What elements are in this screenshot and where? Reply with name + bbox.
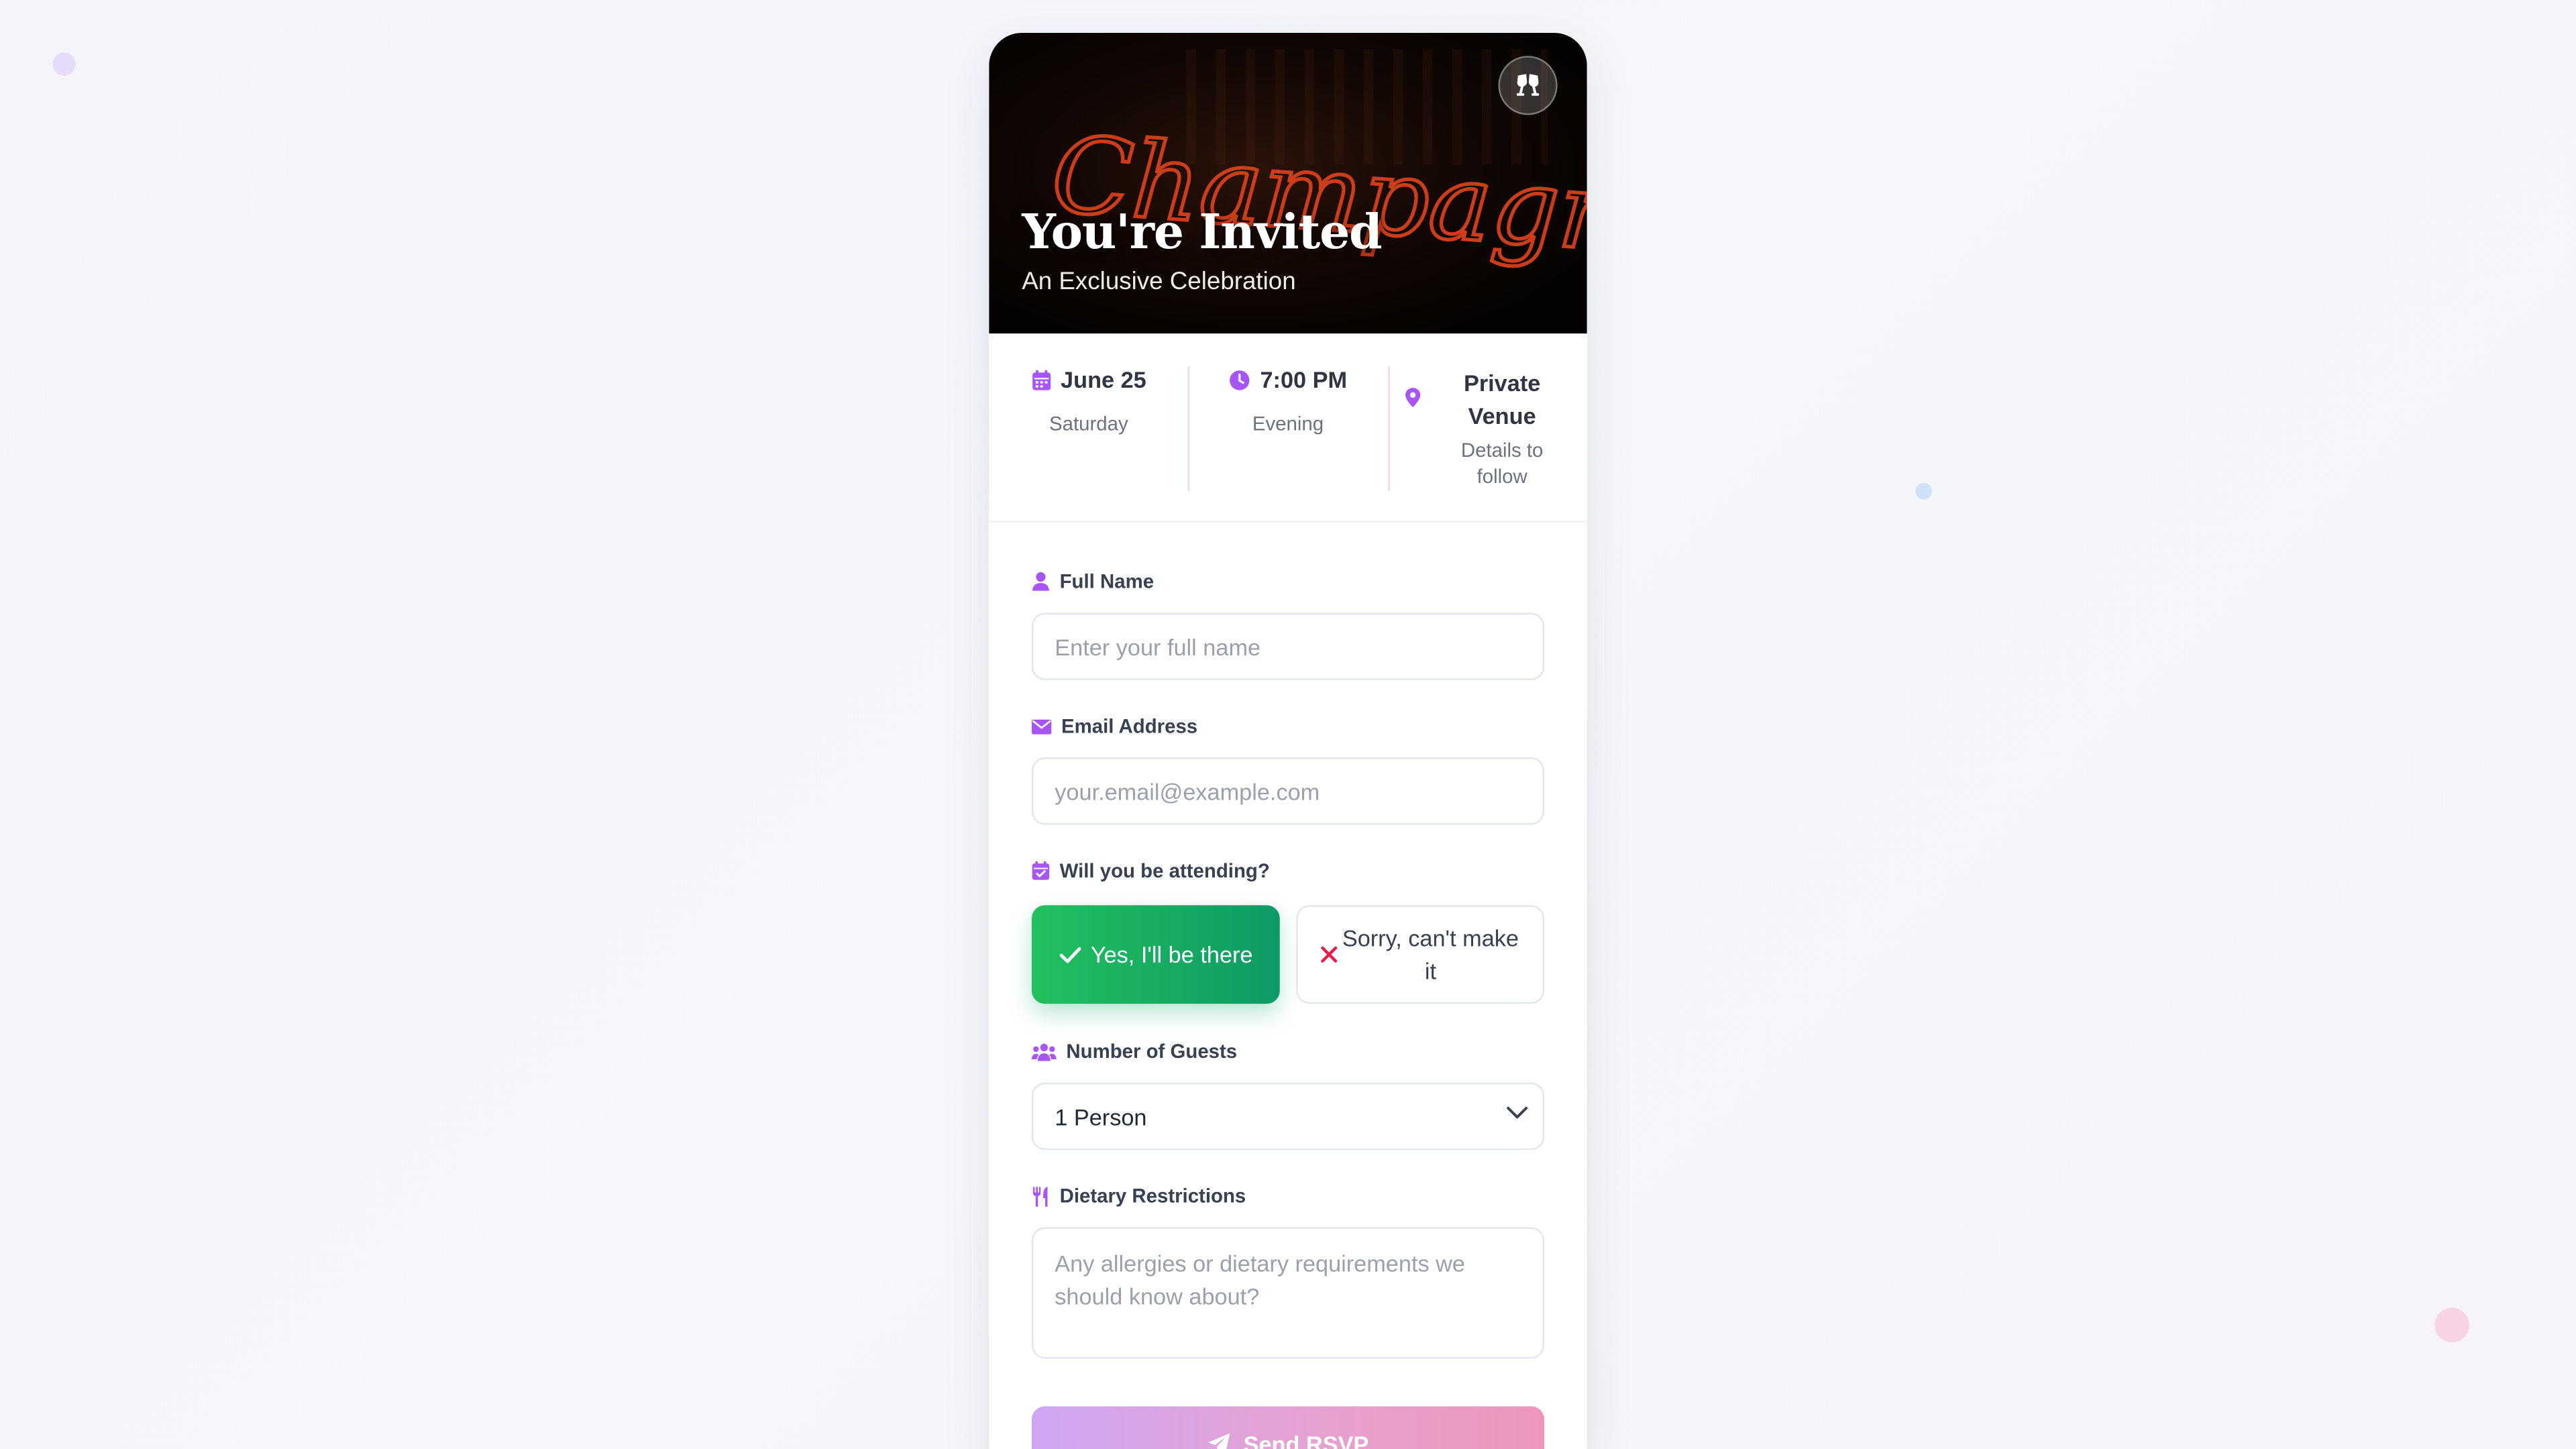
chevron-down-icon[interactable] bbox=[1507, 1106, 1528, 1120]
check-icon bbox=[1059, 946, 1081, 963]
event-details: June 25 Saturday 7:00 PM Evening Private… bbox=[989, 333, 1587, 523]
invitation-subtitle: An Exclusive Celebration bbox=[1022, 268, 1296, 296]
rsvp-form: Full Name Email Address bbox=[989, 523, 1587, 1449]
guests-select[interactable]: 1 Person bbox=[1031, 1082, 1545, 1150]
full-name-label-text: Full Name bbox=[1059, 570, 1155, 594]
cheers-icon bbox=[1498, 56, 1558, 115]
paper-plane-icon bbox=[1208, 1433, 1230, 1449]
event-venue-label: Private Venue bbox=[1463, 370, 1541, 429]
decorative-dot bbox=[52, 52, 76, 76]
clock-icon bbox=[1230, 370, 1250, 390]
utensils-icon bbox=[1032, 1185, 1048, 1206]
event-date: June 25 Saturday bbox=[989, 333, 1188, 521]
decorative-dot bbox=[2434, 1307, 2469, 1342]
event-venue: Private Venue Details to follow bbox=[1387, 333, 1587, 521]
map-pin-icon bbox=[1405, 388, 1420, 408]
send-rsvp-button[interactable]: Send RSVP bbox=[1031, 1406, 1545, 1449]
guests-select-value[interactable]: 1 Person bbox=[1031, 1082, 1545, 1150]
attending-label-text: Will you be attending? bbox=[1059, 859, 1270, 883]
attend-yes-button[interactable]: Yes, I'll be there bbox=[1031, 905, 1281, 1004]
full-name-input[interactable] bbox=[1031, 612, 1545, 680]
envelope-icon bbox=[1031, 718, 1052, 734]
event-period: Evening bbox=[1252, 411, 1324, 435]
calendar-icon bbox=[1032, 369, 1051, 390]
guests-label: Number of Guests bbox=[1031, 1038, 1544, 1065]
email-label-text: Email Address bbox=[1061, 714, 1198, 738]
attend-no-label: Sorry, can't make it bbox=[1342, 924, 1519, 984]
invitation-title: You're Invited bbox=[1022, 203, 1382, 260]
dietary-label-text: Dietary Restrictions bbox=[1059, 1184, 1246, 1208]
event-time-label: 7:00 PM bbox=[1260, 366, 1348, 393]
dietary-label: Dietary Restrictions bbox=[1032, 1183, 1544, 1209]
event-venue-note: Details to follow bbox=[1460, 438, 1544, 488]
event-time: 7:00 PM Evening bbox=[1188, 333, 1387, 521]
close-icon bbox=[1322, 946, 1338, 963]
page: Champagne You're Invited An Exclusive Ce… bbox=[0, 0, 2576, 1449]
decorative-dot bbox=[1915, 483, 1933, 500]
attend-no-button[interactable]: Sorry, can't make it bbox=[1297, 905, 1545, 1004]
email-input[interactable] bbox=[1031, 757, 1545, 825]
attend-yes-label: Yes, I'll be there bbox=[1090, 941, 1253, 968]
calendar-check-icon bbox=[1032, 861, 1050, 880]
hero-banner: Champagne You're Invited An Exclusive Ce… bbox=[989, 32, 1587, 334]
event-date-label: June 25 bbox=[1061, 366, 1146, 393]
full-name-label: Full Name bbox=[1032, 568, 1544, 594]
user-icon bbox=[1032, 572, 1049, 591]
attendance-options: Yes, I'll be there Sorry, can't make it bbox=[1031, 905, 1545, 1004]
dietary-textarea[interactable] bbox=[1031, 1227, 1545, 1359]
users-icon bbox=[1031, 1042, 1057, 1061]
send-rsvp-label: Send RSVP bbox=[1243, 1431, 1369, 1449]
rsvp-card: Champagne You're Invited An Exclusive Ce… bbox=[989, 32, 1587, 1449]
email-label: Email Address bbox=[1031, 713, 1544, 739]
event-day: Saturday bbox=[1049, 411, 1128, 435]
attending-label: Will you be attending? bbox=[1032, 857, 1544, 883]
guests-label-text: Number of Guests bbox=[1066, 1040, 1238, 1063]
